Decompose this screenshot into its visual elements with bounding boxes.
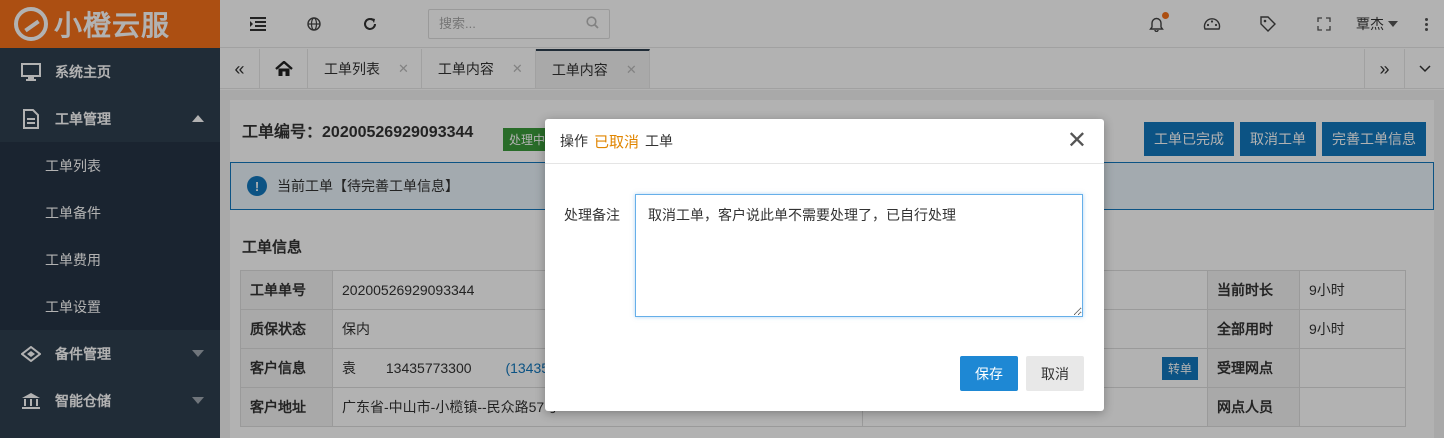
modal-title-suffix: 工单: [645, 133, 674, 149]
modal-footer: 保存 取消: [960, 356, 1084, 391]
cancel-button[interactable]: 取消: [1026, 356, 1084, 391]
modal-header: 操作 已取消 工单: [545, 119, 1104, 164]
remark-textarea[interactable]: 取消工单，客户说此单不需要处理了，已自行处理: [635, 194, 1083, 317]
operation-modal: 操作 已取消 工单 ✕ 处理备注 取消工单，客户说此单不需要处理了，已自行处理 …: [545, 119, 1104, 411]
remark-label: 处理备注: [564, 207, 620, 223]
modal-title-prefix: 操作: [560, 133, 588, 149]
save-button[interactable]: 保存: [960, 356, 1018, 391]
modal-title-status: 已取消: [594, 133, 640, 151]
close-icon[interactable]: ✕: [1067, 129, 1087, 153]
